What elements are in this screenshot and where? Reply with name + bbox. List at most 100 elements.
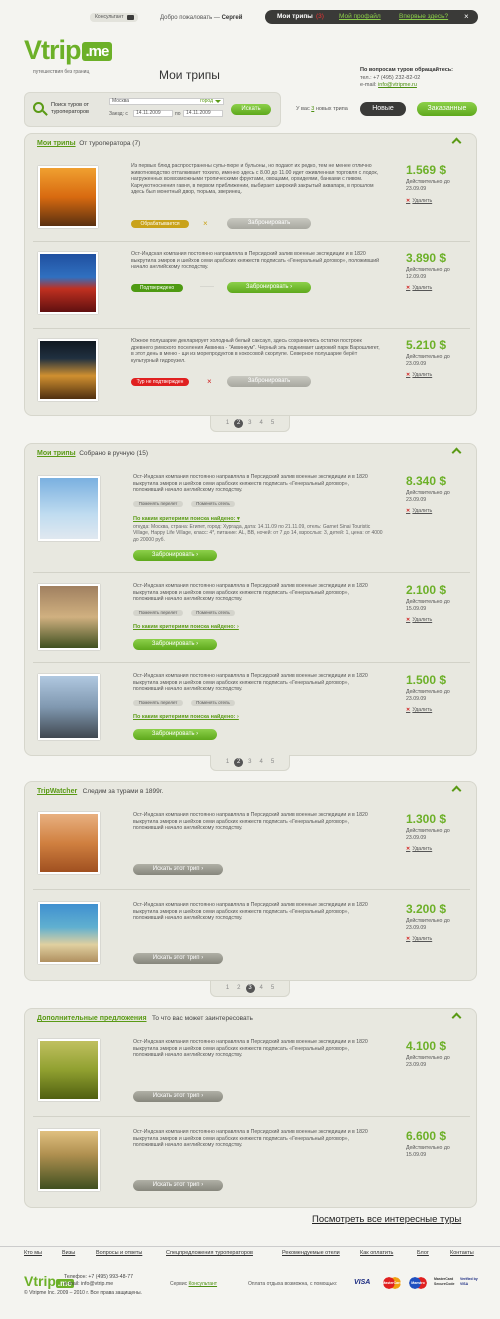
tour-photo xyxy=(38,812,100,874)
nav-my-trips[interactable]: Мои трипы xyxy=(277,10,313,24)
delete-icon: ✕ xyxy=(406,846,411,852)
footer-link[interactable]: Как оплатить xyxy=(360,1250,393,1256)
panel-title[interactable]: Дополнительные предложения xyxy=(37,1015,147,1022)
footer-service: Сервис Консультант xyxy=(170,1281,218,1287)
change-hotel-chip[interactable]: Поменять отель xyxy=(191,700,235,706)
footer-link[interactable]: Блог xyxy=(417,1250,429,1256)
change-flight-chip[interactable]: Поменять перелет xyxy=(133,610,183,616)
book-button[interactable]: Забронировать › xyxy=(133,550,217,561)
search-trip-button[interactable]: Искать этот трип › xyxy=(133,1091,223,1102)
price: 2.100 $ xyxy=(406,583,447,597)
consultant-button[interactable]: Консультант xyxy=(90,13,138,22)
new-trips-count[interactable]: 3 xyxy=(311,106,314,112)
trip-description: Ост-Индская компания постоянно направлял… xyxy=(133,1039,368,1059)
divider xyxy=(33,572,470,573)
search-trip-button[interactable]: Искать этот трип › xyxy=(133,1180,223,1191)
delete-link[interactable]: ✕ Удалить xyxy=(406,846,432,852)
page-link[interactable]: 5 xyxy=(271,985,274,991)
search-label: Поиск туров от туроператоров xyxy=(51,102,90,115)
nav-my-profile[interactable]: Мой профайл xyxy=(339,10,381,24)
delete-link[interactable]: ✕ Удалить xyxy=(406,285,432,291)
search-criteria-link[interactable]: По каким критериям поиска найдено: ▾ xyxy=(133,516,240,522)
chat-icon xyxy=(127,15,134,20)
change-hotel-chip[interactable]: Поменять отель xyxy=(191,501,235,507)
page-link[interactable]: 1 xyxy=(226,420,229,426)
page-link[interactable]: 4 xyxy=(260,420,263,426)
book-button[interactable]: Забронировать › xyxy=(227,282,311,293)
footer-link[interactable]: Спецпредложения туроператоров xyxy=(166,1250,253,1256)
status-badge: Подтверждено xyxy=(131,284,183,292)
dates-label: Заезд: с xyxy=(109,111,128,117)
contact-email-link[interactable]: info@vtripme.ru xyxy=(378,82,417,88)
tab-ordered[interactable]: Заказанные xyxy=(417,102,477,116)
divider xyxy=(33,889,470,890)
search-criteria-link[interactable]: По каким критериям поиска найдено: › xyxy=(133,624,239,630)
page-link[interactable]: 2 xyxy=(237,985,240,991)
page-current[interactable]: 3 xyxy=(245,984,255,993)
consultant-link[interactable]: Консультант xyxy=(189,1281,218,1287)
page-link[interactable]: 4 xyxy=(260,985,263,991)
footer-link[interactable]: Контакты xyxy=(450,1250,474,1256)
page-link[interactable]: 1 xyxy=(226,759,229,765)
delete-link[interactable]: ✕ Удалить xyxy=(406,936,432,942)
copyright: © Vtripme Inc. 2009 – 2010 г. Все права … xyxy=(24,1290,142,1296)
search-criteria-link[interactable]: По каким критериям поиска найдено: › xyxy=(133,714,239,720)
delete-link[interactable]: ✕ Удалить xyxy=(406,372,432,378)
book-button[interactable]: Забронировать xyxy=(227,218,311,229)
delete-icon: ✕ xyxy=(406,508,411,514)
payment-text: Оплата отдыха возможна, с помощью: xyxy=(248,1281,338,1287)
collapse-icon[interactable] xyxy=(451,447,462,458)
change-flight-chip[interactable]: Поменять перелет xyxy=(133,700,183,706)
book-button[interactable]: Забронировать › xyxy=(133,639,217,650)
page-link[interactable]: 5 xyxy=(271,420,274,426)
tab-new[interactable]: Новые xyxy=(360,102,406,116)
book-button[interactable]: Забронировать xyxy=(227,376,311,387)
city-select[interactable]: Москва город xyxy=(109,98,224,105)
logo[interactable]: Vtrip .me xyxy=(24,35,113,66)
user-name[interactable]: Сергей xyxy=(222,15,243,21)
footer-link[interactable]: Кто мы xyxy=(24,1250,42,1256)
panel-title[interactable]: Мои трипы xyxy=(37,140,76,147)
page-current[interactable]: 2 xyxy=(234,758,244,767)
page-link[interactable]: 5 xyxy=(271,759,274,765)
search-button[interactable]: Искать xyxy=(231,104,271,115)
delete-link[interactable]: ✕ Удалить xyxy=(406,508,432,514)
delete-icon: ✕ xyxy=(406,617,411,623)
search-trip-button[interactable]: Искать этот трип › xyxy=(133,864,223,875)
panel-title[interactable]: TripWatcher xyxy=(37,788,77,795)
mastercard-logo: MasterCard xyxy=(382,1277,402,1289)
footer-link[interactable]: Вопросы и ответы xyxy=(96,1250,142,1256)
all-tours-link[interactable]: Посмотреть все интересные туры xyxy=(312,1214,461,1225)
date-from-input[interactable]: 14.11.2009 xyxy=(133,110,173,117)
nav-first-time[interactable]: Впервые здесь? xyxy=(399,10,448,24)
panel-tripwatcher: TripWatcher Следим за турами в 1899г. Ос… xyxy=(24,781,477,981)
page-link[interactable]: 4 xyxy=(260,759,263,765)
collapse-icon[interactable] xyxy=(451,785,462,796)
slogan: путешествия без границ xyxy=(33,69,90,75)
search-trip-button[interactable]: Искать этот трип › xyxy=(133,953,223,964)
collapse-icon[interactable] xyxy=(451,137,462,148)
change-hotel-chip[interactable]: Поменять отель xyxy=(191,610,235,616)
price: 5.210 $ xyxy=(406,338,447,352)
collapse-icon[interactable] xyxy=(451,1012,462,1023)
footer-link[interactable]: Рекомендуемые отели xyxy=(282,1250,340,1256)
page-current[interactable]: 2 xyxy=(234,419,244,428)
cancel-icon[interactable]: × xyxy=(207,377,212,386)
maestro-logo: Maestro xyxy=(408,1277,428,1289)
date-to-input[interactable]: 14.11.2009 xyxy=(183,110,223,117)
delete-link[interactable]: ✕ Удалить xyxy=(406,198,432,204)
cancel-icon[interactable]: × xyxy=(203,219,208,228)
delete-link[interactable]: ✕ Удалить xyxy=(406,707,432,713)
price: 6.600 $ xyxy=(406,1129,447,1143)
valid-until: Действительно до 23.09.09 xyxy=(406,354,450,367)
welcome-text: Добро пожаловать — Сергей xyxy=(160,15,243,21)
panel-title[interactable]: Мои трипы xyxy=(37,450,76,457)
footer-link[interactable]: Визы xyxy=(62,1250,75,1256)
page-link[interactable]: 1 xyxy=(226,985,229,991)
change-flight-chip[interactable]: Поменять перелет xyxy=(133,501,183,507)
close-icon[interactable]: × xyxy=(464,10,469,24)
book-button[interactable]: Забронировать › xyxy=(133,729,217,740)
page-link[interactable]: 3 xyxy=(248,759,251,765)
delete-link[interactable]: ✕ Удалить xyxy=(406,617,432,623)
page-link[interactable]: 3 xyxy=(248,420,251,426)
